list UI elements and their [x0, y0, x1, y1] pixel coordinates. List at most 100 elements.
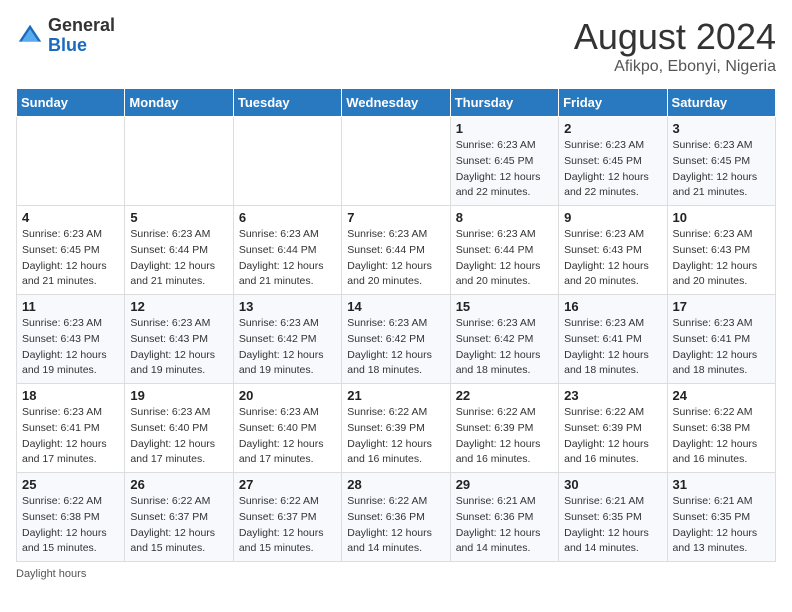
calendar-cell: 20 Sunrise: 6:23 AM Sunset: 6:40 PM Dayli… [233, 384, 341, 473]
day-info: Sunrise: 6:23 AM Sunset: 6:45 PM Dayligh… [22, 227, 119, 290]
day-number: 5 [130, 210, 227, 225]
day-number: 22 [456, 388, 553, 403]
day-info: Sunrise: 6:23 AM Sunset: 6:44 PM Dayligh… [347, 227, 444, 290]
calendar-cell: 21 Sunrise: 6:22 AM Sunset: 6:39 PM Dayli… [342, 384, 450, 473]
day-number: 20 [239, 388, 336, 403]
calendar-cell: 23 Sunrise: 6:22 AM Sunset: 6:39 PM Dayli… [559, 384, 667, 473]
day-number: 19 [130, 388, 227, 403]
day-number: 2 [564, 121, 661, 136]
calendar-cell: 28Sunrise: 6:22 AM Sunset: 6:36 PM Dayli… [342, 473, 450, 562]
day-number: 11 [22, 299, 119, 314]
day-info: Sunrise: 6:23 AM Sunset: 6:45 PM Dayligh… [564, 138, 661, 201]
day-number: 18 [22, 388, 119, 403]
weekday-header: Tuesday [233, 89, 341, 117]
calendar-cell: 2 Sunrise: 6:23 AM Sunset: 6:45 PM Daylig… [559, 117, 667, 206]
day-number: 27 [239, 477, 336, 492]
day-info: Sunrise: 6:21 AM Sunset: 6:36 PM Dayligh… [456, 494, 553, 557]
calendar-week-row: 25Sunrise: 6:22 AM Sunset: 6:38 PM Dayli… [17, 473, 776, 562]
calendar-cell: 4Sunrise: 6:23 AM Sunset: 6:45 PM Daylig… [17, 206, 125, 295]
day-number: 24 [673, 388, 770, 403]
day-number: 10 [673, 210, 770, 225]
day-info: Sunrise: 6:23 AM Sunset: 6:44 PM Dayligh… [456, 227, 553, 290]
weekday-header: Friday [559, 89, 667, 117]
calendar-cell: 10 Sunrise: 6:23 AM Sunset: 6:43 PM Dayli… [667, 206, 775, 295]
day-number: 9 [564, 210, 661, 225]
day-info: Sunrise: 6:22 AM Sunset: 6:39 PM Dayligh… [564, 405, 661, 468]
day-info: Sunrise: 6:23 AM Sunset: 6:43 PM Dayligh… [130, 316, 227, 379]
calendar-cell: 3Sunrise: 6:23 AM Sunset: 6:45 PM Daylig… [667, 117, 775, 206]
day-info: Sunrise: 6:22 AM Sunset: 6:37 PM Dayligh… [130, 494, 227, 557]
calendar-cell: 25Sunrise: 6:22 AM Sunset: 6:38 PM Dayli… [17, 473, 125, 562]
day-number: 29 [456, 477, 553, 492]
day-number: 7 [347, 210, 444, 225]
logo-icon [16, 22, 44, 50]
day-info: Sunrise: 6:23 AM Sunset: 6:43 PM Dayligh… [22, 316, 119, 379]
day-info: Sunrise: 6:23 AM Sunset: 6:44 PM Dayligh… [130, 227, 227, 290]
weekday-header: Thursday [450, 89, 558, 117]
calendar-cell: 7 Sunrise: 6:23 AM Sunset: 6:44 PM Daylig… [342, 206, 450, 295]
day-info: Sunrise: 6:22 AM Sunset: 6:37 PM Dayligh… [239, 494, 336, 557]
calendar-cell: 24 Sunrise: 6:22 AM Sunset: 6:38 PM Dayli… [667, 384, 775, 473]
day-info: Sunrise: 6:23 AM Sunset: 6:42 PM Dayligh… [239, 316, 336, 379]
location-subtitle: Afikpo, Ebonyi, Nigeria [574, 58, 776, 76]
day-info: Sunrise: 6:22 AM Sunset: 6:39 PM Dayligh… [347, 405, 444, 468]
day-info: Sunrise: 6:23 AM Sunset: 6:45 PM Dayligh… [456, 138, 553, 201]
day-number: 6 [239, 210, 336, 225]
weekday-header-row: SundayMondayTuesdayWednesdayThursdayFrid… [17, 89, 776, 117]
day-info: Sunrise: 6:23 AM Sunset: 6:41 PM Dayligh… [673, 316, 770, 379]
day-info: Sunrise: 6:23 AM Sunset: 6:41 PM Dayligh… [22, 405, 119, 468]
day-info: Sunrise: 6:23 AM Sunset: 6:43 PM Dayligh… [564, 227, 661, 290]
day-info: Sunrise: 6:23 AM Sunset: 6:42 PM Dayligh… [456, 316, 553, 379]
daylight-label: Daylight hours [16, 568, 86, 580]
weekday-header: Saturday [667, 89, 775, 117]
calendar-cell: 15 Sunrise: 6:23 AM Sunset: 6:42 PM Dayli… [450, 295, 558, 384]
weekday-header: Wednesday [342, 89, 450, 117]
calendar-cell: 30 Sunrise: 6:21 AM Sunset: 6:35 PM Dayli… [559, 473, 667, 562]
day-number: 12 [130, 299, 227, 314]
calendar-cell: 11 Sunrise: 6:23 AM Sunset: 6:43 PM Dayli… [17, 295, 125, 384]
calendar-cell: 13Sunrise: 6:23 AM Sunset: 6:42 PM Dayli… [233, 295, 341, 384]
logo-blue-text: Blue [48, 35, 87, 55]
weekday-header: Sunday [17, 89, 125, 117]
day-number: 1 [456, 121, 553, 136]
calendar-cell [125, 117, 233, 206]
calendar-cell [342, 117, 450, 206]
calendar-week-row: 11 Sunrise: 6:23 AM Sunset: 6:43 PM Dayli… [17, 295, 776, 384]
day-number: 23 [564, 388, 661, 403]
calendar-cell: 19 Sunrise: 6:23 AM Sunset: 6:40 PM Dayli… [125, 384, 233, 473]
day-number: 21 [347, 388, 444, 403]
day-info: Sunrise: 6:22 AM Sunset: 6:39 PM Dayligh… [456, 405, 553, 468]
day-info: Sunrise: 6:23 AM Sunset: 6:41 PM Dayligh… [564, 316, 661, 379]
calendar-week-row: 4Sunrise: 6:23 AM Sunset: 6:45 PM Daylig… [17, 206, 776, 295]
day-number: 30 [564, 477, 661, 492]
day-info: Sunrise: 6:23 AM Sunset: 6:43 PM Dayligh… [673, 227, 770, 290]
day-info: Sunrise: 6:22 AM Sunset: 6:38 PM Dayligh… [673, 405, 770, 468]
day-info: Sunrise: 6:23 AM Sunset: 6:42 PM Dayligh… [347, 316, 444, 379]
day-number: 31 [673, 477, 770, 492]
calendar-cell: 31Sunrise: 6:21 AM Sunset: 6:35 PM Dayli… [667, 473, 775, 562]
calendar-cell: 17 Sunrise: 6:23 AM Sunset: 6:41 PM Dayli… [667, 295, 775, 384]
calendar-cell: 26 Sunrise: 6:22 AM Sunset: 6:37 PM Dayli… [125, 473, 233, 562]
calendar-table: SundayMondayTuesdayWednesdayThursdayFrid… [16, 88, 776, 562]
day-number: 16 [564, 299, 661, 314]
day-info: Sunrise: 6:21 AM Sunset: 6:35 PM Dayligh… [564, 494, 661, 557]
calendar-cell: 18 Sunrise: 6:23 AM Sunset: 6:41 PM Dayli… [17, 384, 125, 473]
day-info: Sunrise: 6:23 AM Sunset: 6:40 PM Dayligh… [130, 405, 227, 468]
calendar-cell: 12 Sunrise: 6:23 AM Sunset: 6:43 PM Dayli… [125, 295, 233, 384]
day-info: Sunrise: 6:23 AM Sunset: 6:40 PM Dayligh… [239, 405, 336, 468]
calendar-cell [233, 117, 341, 206]
logo-text: General Blue [48, 16, 115, 56]
weekday-header: Monday [125, 89, 233, 117]
day-number: 15 [456, 299, 553, 314]
calendar-cell: 6Sunrise: 6:23 AM Sunset: 6:44 PM Daylig… [233, 206, 341, 295]
day-info: Sunrise: 6:22 AM Sunset: 6:36 PM Dayligh… [347, 494, 444, 557]
logo: General Blue [16, 16, 115, 56]
day-number: 17 [673, 299, 770, 314]
day-number: 26 [130, 477, 227, 492]
calendar-cell: 27 Sunrise: 6:22 AM Sunset: 6:37 PM Dayli… [233, 473, 341, 562]
calendar-cell: 1 Sunrise: 6:23 AM Sunset: 6:45 PM Daylig… [450, 117, 558, 206]
calendar-cell: 9 Sunrise: 6:23 AM Sunset: 6:43 PM Daylig… [559, 206, 667, 295]
calendar-week-row: 1 Sunrise: 6:23 AM Sunset: 6:45 PM Daylig… [17, 117, 776, 206]
calendar-cell: 8Sunrise: 6:23 AM Sunset: 6:44 PM Daylig… [450, 206, 558, 295]
calendar-cell: 5 Sunrise: 6:23 AM Sunset: 6:44 PM Daylig… [125, 206, 233, 295]
